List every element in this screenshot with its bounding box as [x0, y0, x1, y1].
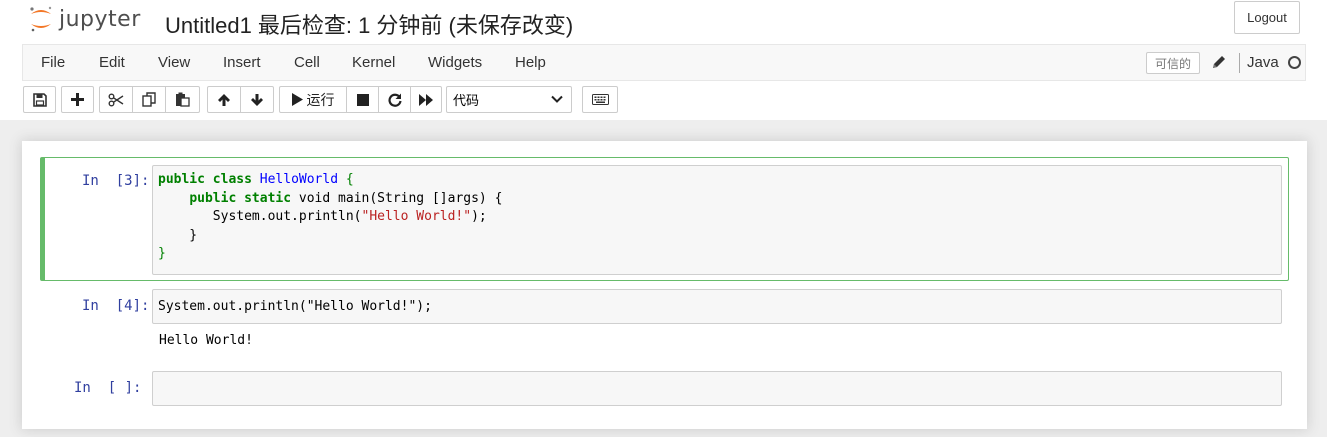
restart-icon: [387, 93, 402, 107]
save-status: 最后检查: 1 分钟前 (未保存改变): [257, 13, 574, 38]
header: jupyter Untitled1 最后检查: 1 分钟前 (未保存改变) Log…: [0, 0, 1327, 120]
cell-input-prompt: In [4]:: [82, 298, 150, 314]
menu-widgets[interactable]: Widgets: [428, 54, 482, 71]
menu-edit[interactable]: Edit: [99, 54, 125, 71]
command-palette-button[interactable]: [582, 86, 618, 113]
run-button[interactable]: 运行: [279, 86, 347, 113]
insert-cell-button[interactable]: [61, 86, 94, 113]
fast-forward-icon: [419, 93, 433, 106]
code-line: public static void main(String []args) {: [189, 190, 503, 206]
paste-button[interactable]: [165, 86, 200, 113]
code-line: System.out.println("Hello World!");: [158, 209, 487, 224]
kernel-separator: [1239, 53, 1240, 73]
menubar: File Edit View Insert Cell Kernel Widget…: [22, 44, 1306, 81]
move-up-button[interactable]: [207, 86, 241, 113]
code-editor[interactable]: public class HelloWorld { public static …: [152, 165, 1282, 275]
kernel-idle-indicator: [1288, 56, 1301, 69]
menu-view[interactable]: View: [158, 54, 190, 71]
plus-icon: [71, 93, 84, 106]
notebook-title[interactable]: Untitled1 最后检查: 1 分钟前 (未保存改变): [165, 8, 573, 40]
logout-button[interactable]: Logout: [1234, 1, 1300, 34]
copy-button[interactable]: [132, 86, 166, 113]
code-editor-empty[interactable]: [152, 371, 1282, 406]
notebook-name[interactable]: Untitled1: [165, 13, 252, 38]
code-editor[interactable]: System.out.println("Hello World!");: [152, 289, 1282, 324]
menu-help[interactable]: Help: [515, 54, 546, 71]
cell-output: Hello World!: [159, 333, 253, 348]
cell-type-value: 代码: [453, 93, 480, 108]
move-down-button[interactable]: [240, 86, 274, 113]
cell-type-select[interactable]: 代码: [446, 86, 572, 113]
jupyter-logo-icon: [30, 6, 52, 32]
play-icon: [291, 93, 303, 106]
copy-icon: [141, 92, 156, 107]
cell-input-prompt: In [ ]:: [74, 380, 142, 396]
code-line: }: [158, 227, 198, 243]
kernel-name: Java: [1247, 54, 1279, 71]
logo-text: jupyter: [59, 6, 141, 32]
menu-kernel[interactable]: Kernel: [352, 54, 395, 71]
cell-input-prompt: In [3]:: [82, 173, 150, 189]
keyboard-icon: [591, 94, 609, 105]
trusted-indicator[interactable]: 可信的: [1146, 52, 1200, 74]
arrow-up-icon: [218, 93, 230, 106]
pencil-icon[interactable]: [1211, 54, 1227, 70]
jupyter-logo[interactable]: jupyter: [28, 3, 141, 35]
code-line: }: [158, 246, 166, 261]
code-line: public class HelloWorld {: [158, 172, 354, 187]
save-button[interactable]: [23, 86, 56, 113]
interrupt-button[interactable]: [346, 86, 379, 113]
menu-file[interactable]: File: [41, 54, 65, 71]
run-label: 运行: [306, 91, 335, 108]
code-line: System.out.println("Hello World!");: [158, 299, 432, 314]
menu-insert[interactable]: Insert: [223, 54, 261, 71]
save-icon: [32, 92, 47, 107]
menu-cell[interactable]: Cell: [294, 54, 320, 71]
restart-run-all-button[interactable]: [410, 86, 442, 113]
chevron-down-icon: [551, 95, 563, 103]
paste-icon: [176, 92, 190, 107]
stop-icon: [356, 93, 369, 106]
arrow-down-icon: [251, 93, 263, 106]
restart-button[interactable]: [378, 86, 411, 113]
cut-button[interactable]: [99, 86, 133, 113]
cut-icon: [108, 93, 124, 106]
